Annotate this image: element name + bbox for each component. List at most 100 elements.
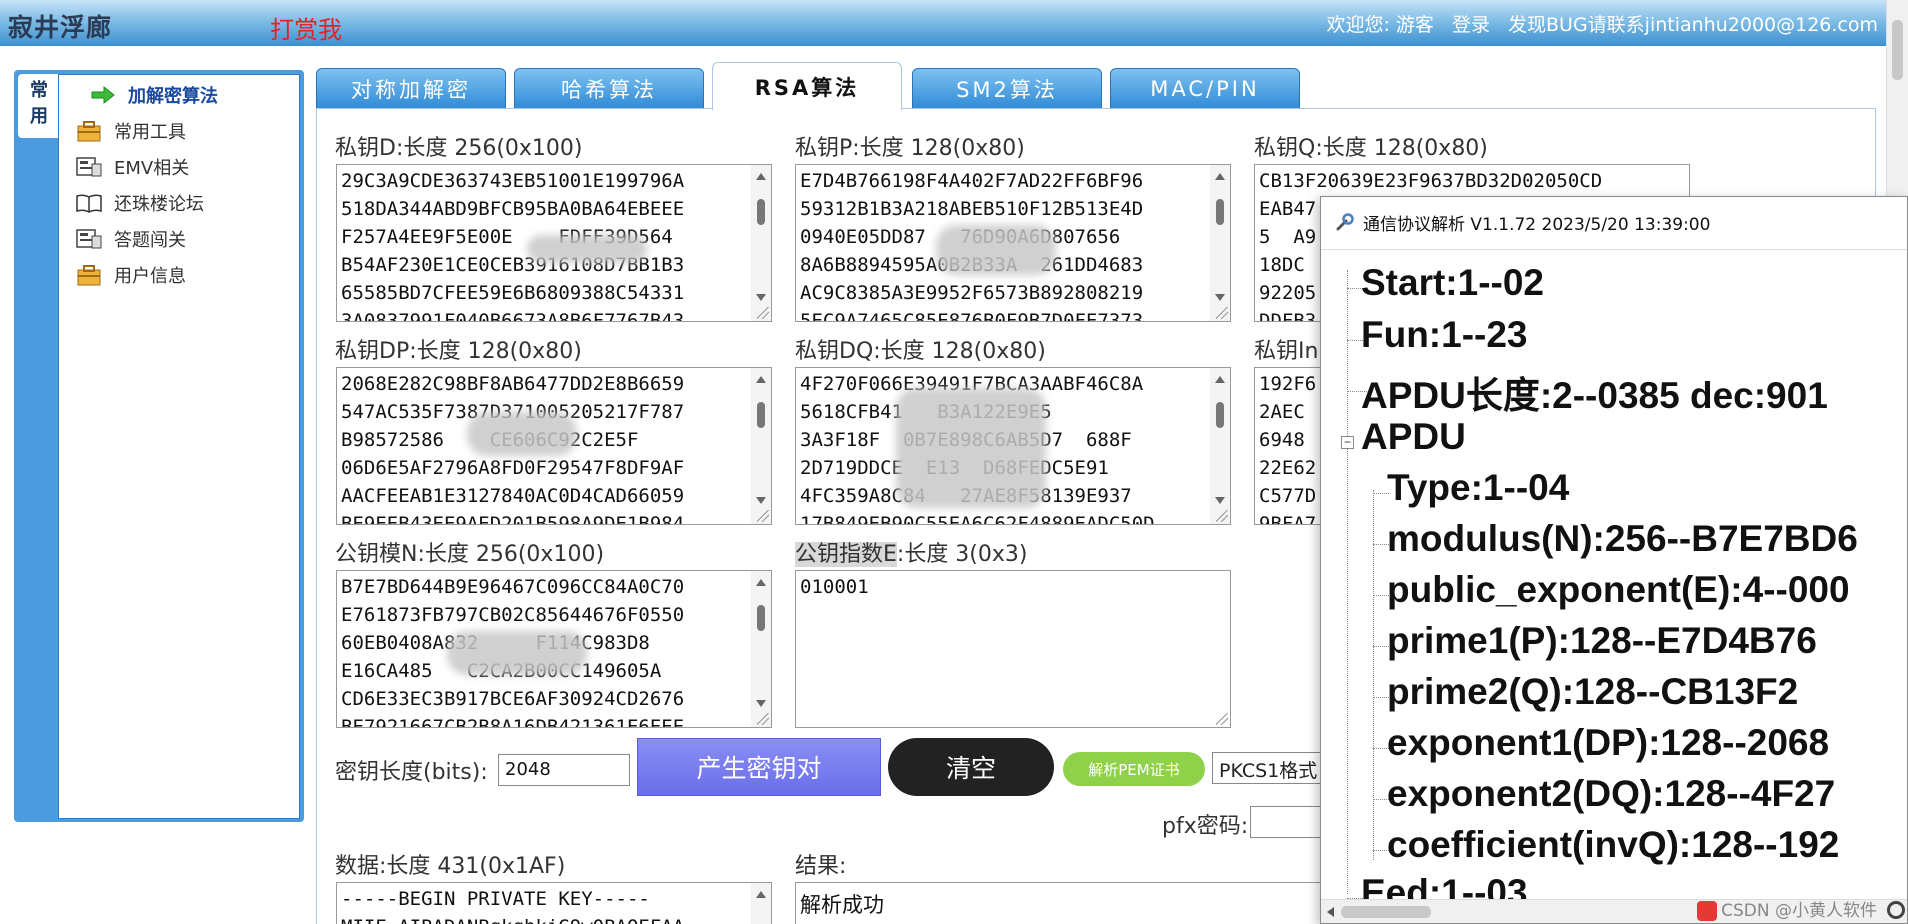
tree-node-modulus[interactable]: modulus(N):256--B7E7BD6 [1387, 518, 1858, 560]
tab-mac-pin[interactable]: MAC/PIN [1110, 68, 1300, 110]
resize-grip-icon[interactable] [1216, 307, 1228, 319]
textarea-scrollbar[interactable] [751, 571, 771, 727]
blur-mask [936, 225, 1056, 275]
login-link[interactable]: 登录 [1452, 14, 1490, 36]
resize-grip-icon[interactable] [1216, 713, 1228, 725]
result-value: 解析成功 [800, 893, 884, 917]
sidebar-tab-common[interactable]: 常用 [18, 74, 60, 138]
sidebar-item-label: 还珠楼论坛 [114, 194, 204, 215]
tree-node-coefficient[interactable]: coefficient(invQ):128--192 [1387, 824, 1839, 866]
resize-grip-icon[interactable] [757, 307, 769, 319]
tree-line [1373, 490, 1374, 860]
generate-keypair-button[interactable]: 产生密钥对 [637, 738, 881, 796]
tree-node-apdu-length[interactable]: APDU长度:2--0385 dec:901 [1361, 365, 1828, 419]
sidebar-item-label: 常用工具 [114, 122, 186, 143]
user-icon [77, 265, 101, 286]
result-label: 结果: [795, 854, 847, 879]
popup-title-bar[interactable]: 通信协议解析 V1.1.72 2023/5/20 13:39:00 [1321, 197, 1907, 247]
popup-title: 通信协议解析 V1.1.72 2023/5/20 13:39:00 [1363, 214, 1711, 235]
header-user-area: 欢迎您: 游客 登录 发现BUG请联系jintianhu2000@126.com [1326, 10, 1878, 37]
sidebar-item-forum[interactable]: 还珠楼论坛 [76, 188, 204, 218]
tree-node-prime1[interactable]: prime1(P):128--E7D4B76 [1387, 620, 1817, 662]
key-length-input[interactable]: 2048 [498, 754, 630, 786]
sidebar-item-label: 用户信息 [114, 266, 186, 287]
book-icon [76, 194, 102, 213]
textarea-scrollbar[interactable] [751, 883, 771, 924]
blur-mask [896, 388, 1046, 508]
public-exponent-e-label-highlight: 公钥指数E [795, 542, 897, 567]
data-label: 数据:长度 431(0x1AF) [335, 854, 566, 879]
parse-pem-button[interactable]: 解析PEM证书 [1063, 752, 1205, 786]
private-key-d-label: 私钥D:长度 256(0x100) [335, 136, 583, 161]
tree-node-type[interactable]: Type:1--04 [1387, 467, 1569, 509]
blur-mask [527, 235, 647, 263]
blur-mask [467, 412, 577, 456]
pfx-password-input[interactable] [1250, 806, 1330, 838]
sidebar-item-label: 加解密算法 [128, 86, 218, 107]
sidebar-item-tools[interactable]: 常用工具 [76, 116, 186, 146]
page-scrollbar-thumb[interactable] [1892, 20, 1903, 80]
textarea-scrollbar[interactable] [751, 165, 771, 321]
sidebar-item-label: EMV相关 [114, 158, 190, 179]
result-textarea[interactable]: 解析成功 [795, 882, 1355, 924]
format-select[interactable]: PKCS1格式 [1212, 752, 1332, 784]
bug-report-text: 发现BUG请联系jintianhu2000@126.com [1508, 14, 1878, 36]
public-exponent-e-label: 公钥指数E:长度 3(0x3) [795, 536, 1028, 568]
sidebar-item-label: 答题闯关 [114, 230, 186, 251]
resize-grip-icon[interactable] [757, 510, 769, 522]
tree-node-prime2[interactable]: prime2(Q):128--CB13F2 [1387, 671, 1798, 713]
clear-button[interactable]: 清空 [888, 738, 1054, 796]
protocol-tree[interactable]: Start:1--02 Fun:1--23 APDU长度:2--0385 dec… [1321, 249, 1907, 899]
reward-link[interactable]: 打赏我 [270, 10, 342, 45]
private-key-q-label: 私钥Q:长度 128(0x80) [1254, 136, 1488, 161]
private-key-p-textarea[interactable]: E7D4B766198F4A402F7AD22FF6BF96 59312B1B3… [795, 164, 1231, 322]
private-key-dq-textarea[interactable]: 4F270F066E39491F7BCA3AABF46C8A 5618CFB41… [795, 367, 1231, 525]
csdn-watermark: CSDN @小黄人软件 [1697, 896, 1877, 921]
tree-line [1347, 270, 1348, 894]
public-modulus-n-textarea[interactable]: B7E7BD644B9E96467C096CC84A0C70 E761873FB… [336, 570, 772, 728]
tree-node-public-exponent[interactable]: public_exponent(E):4--000 [1387, 569, 1850, 611]
resize-grip-icon[interactable] [757, 713, 769, 725]
tree-node-fun[interactable]: Fun:1--23 [1361, 314, 1528, 356]
scroll-left-icon[interactable] [1327, 907, 1334, 917]
public-exponent-e-textarea[interactable]: 010001 [795, 570, 1231, 728]
arrow-right-icon [91, 85, 115, 105]
watermark-text: CSDN @小黄人软件 [1721, 901, 1877, 921]
protocol-parser-window[interactable]: 通信协议解析 V1.1.72 2023/5/20 13:39:00 Start:… [1320, 196, 1908, 924]
private-key-dp-label: 私钥DP:长度 128(0x80) [335, 339, 582, 364]
tab-sm2[interactable]: SM2算法 [912, 68, 1102, 110]
private-key-d-textarea[interactable]: 29C3A9CDE363743EB51001E199796A 518DA344A… [336, 164, 772, 322]
sidebar-item-emv[interactable]: EMV相关 [76, 152, 189, 182]
gear-icon[interactable] [1887, 901, 1905, 919]
textarea-scrollbar[interactable] [1210, 368, 1230, 524]
quiz-icon [76, 229, 102, 249]
tree-node-end[interactable]: Eed:1--03 [1361, 872, 1528, 899]
data-textarea[interactable]: -----BEGIN PRIVATE KEY----- MIIE AIBADAN… [336, 882, 772, 924]
collapse-icon[interactable]: − [1341, 436, 1354, 449]
tree-node-exponent2[interactable]: exponent2(DQ):128--4F27 [1387, 773, 1835, 815]
tab-rsa[interactable]: RSA算法 [712, 62, 902, 110]
tab-hash[interactable]: 哈希算法 [514, 68, 704, 110]
textarea-scrollbar[interactable] [751, 368, 771, 524]
private-key-inv-label: 私钥In [1254, 339, 1319, 364]
tree-node-start[interactable]: Start:1--02 [1361, 262, 1544, 304]
site-logo[interactable]: 寂井浮廊 [8, 8, 112, 44]
wrench-icon [1336, 213, 1354, 231]
popup-scrollbar-thumb[interactable] [1341, 906, 1431, 918]
tree-node-apdu[interactable]: APDU [1361, 416, 1466, 458]
sidebar-item-user[interactable]: 用户信息 [76, 260, 186, 290]
key-length-label: 密钥长度(bits): [335, 760, 488, 785]
tree-node-exponent1[interactable]: exponent1(DP):128--2068 [1387, 722, 1829, 764]
private-key-dp-textarea[interactable]: 2068E282C98BF8AB6477DD2E8B6659 547AC535F… [336, 367, 772, 525]
pfx-password-label: pfx密码: [1162, 814, 1249, 839]
sidebar-item-crypto[interactable]: 加解密算法 [90, 80, 218, 110]
csdn-logo-icon [1697, 901, 1718, 921]
sidebar-menu [58, 74, 300, 819]
sidebar: 常用 [14, 70, 304, 822]
tab-symmetric[interactable]: 对称加解密 [316, 68, 506, 110]
textarea-scrollbar[interactable] [1210, 165, 1230, 321]
resize-grip-icon[interactable] [1216, 510, 1228, 522]
card-icon [76, 157, 102, 177]
sidebar-item-quiz[interactable]: 答题闯关 [76, 224, 186, 254]
welcome-text: 欢迎您: 游客 [1326, 14, 1434, 36]
